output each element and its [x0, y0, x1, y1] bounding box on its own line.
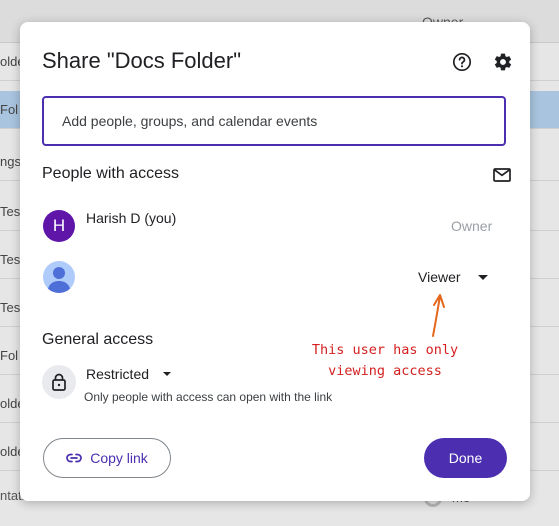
role-dropdown-label: Viewer	[418, 269, 461, 285]
mail-icon[interactable]	[490, 163, 514, 187]
general-access-heading: General access	[42, 331, 154, 348]
add-people-input[interactable]	[42, 96, 506, 146]
person-name: Harish D (you)	[86, 210, 177, 226]
access-level-dropdown[interactable]: Restricted	[86, 366, 172, 382]
dropdown-arrow-icon	[163, 372, 172, 376]
copy-link-label: Copy link	[90, 450, 148, 466]
dialog-title: Share "Docs Folder"	[42, 48, 242, 73]
person-icon	[43, 261, 75, 293]
lock-icon	[42, 365, 76, 399]
annotation-note: This user has only viewing access	[311, 342, 459, 379]
help-icon[interactable]	[450, 50, 474, 74]
dropdown-arrow-icon	[477, 274, 488, 280]
drive-page: Owner olde Fol ngs Tes Tes Tes Fol olde …	[0, 0, 559, 526]
access-level-label: Restricted	[86, 366, 150, 382]
avatar: H	[43, 210, 75, 242]
annotation-arrow-icon	[432, 294, 445, 337]
people-with-access-heading: People with access	[42, 165, 179, 182]
owner-role-label: Owner	[451, 218, 493, 234]
copy-link-button[interactable]: Copy link	[43, 438, 171, 478]
access-description: Only people with access can open with th…	[84, 390, 333, 404]
link-icon	[66, 453, 83, 463]
role-dropdown[interactable]: Viewer	[418, 269, 488, 285]
gear-icon[interactable]	[491, 50, 515, 74]
share-dialog: Share "Docs Folder" People with access H	[20, 22, 530, 501]
done-button[interactable]: Done	[424, 438, 507, 478]
